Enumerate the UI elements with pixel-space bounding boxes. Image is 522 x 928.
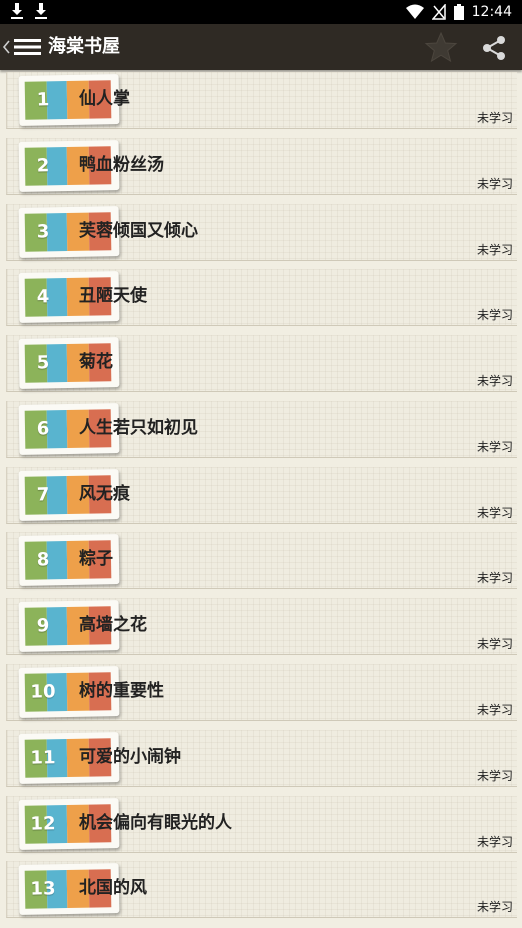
lesson-status: 未学习 [476,769,513,783]
app-bar: 海棠书屋 [0,24,522,70]
lesson-number: 3 [36,221,50,243]
lesson-number: 7 [36,484,50,506]
wifi-icon [405,4,424,19]
lesson-title: 仙人掌 [79,89,130,109]
lesson-title: 菊花 [79,352,113,372]
lesson-row[interactable]: 9 高墙之花未学习 [6,598,517,655]
lesson-title: 高墙之花 [79,615,147,635]
lesson-number: 6 [36,418,50,440]
lesson-row[interactable]: 12 机会偏向有眼光的人未学习 [6,796,517,853]
lesson-row[interactable]: 13 北国的风未学习 [6,861,517,918]
battery-icon [453,4,464,20]
lesson-title: 芙蓉倾国又倾心 [79,221,198,241]
lesson-number: 2 [36,155,50,177]
lesson-number: 5 [36,352,50,374]
lesson-status: 未学习 [476,243,513,257]
status-bar: 12:44 [0,0,522,24]
no-signal-icon [431,4,446,20]
lesson-row[interactable]: 8 粽子未学习 [6,532,517,589]
back-chevron-icon[interactable] [2,37,12,57]
lesson-number: 12 [30,813,56,835]
lesson-title: 鸭血粉丝汤 [79,155,164,175]
lesson-row[interactable]: 10 树的重要性未学习 [6,664,517,721]
lesson-status: 未学习 [476,900,513,914]
lesson-row[interactable]: 1 仙人掌未学习 [6,72,517,129]
lesson-row[interactable]: 2 鸭血粉丝汤未学习 [6,138,517,195]
lesson-status: 未学习 [476,506,513,520]
lesson-number: 11 [30,747,56,769]
lesson-number: 9 [36,615,50,637]
lesson-title: 机会偏向有眼光的人 [79,813,232,833]
lesson-status: 未学习 [476,374,513,388]
menu-icon[interactable] [14,37,42,57]
lesson-status: 未学习 [476,835,513,849]
lesson-number: 10 [30,681,56,703]
star-icon[interactable] [424,31,458,65]
lesson-number: 8 [36,549,50,571]
clock: 12:44 [471,4,512,20]
lesson-status: 未学习 [476,177,513,191]
lesson-number: 1 [36,89,50,111]
page-title: 海棠书屋 [48,36,120,57]
lesson-title: 北国的风 [79,878,147,898]
lesson-row[interactable]: 4 丑陋天使未学习 [6,269,517,326]
share-icon[interactable] [480,34,508,62]
lesson-number: 4 [36,286,50,308]
lesson-status: 未学习 [476,703,513,717]
lesson-title: 树的重要性 [79,681,164,701]
lesson-title: 丑陋天使 [79,286,147,306]
download-icon [35,3,47,19]
lesson-title: 风无痕 [79,484,130,504]
lesson-status: 未学习 [476,308,513,322]
lesson-number: 13 [30,878,56,900]
lesson-title: 可爱的小闹钟 [79,747,181,767]
lesson-title: 粽子 [79,549,113,569]
lesson-row[interactable]: 5 菊花未学习 [6,335,517,392]
lesson-row[interactable]: 6 人生若只如初见未学习 [6,401,517,458]
lesson-row[interactable]: 3 芙蓉倾国又倾心未学习 [6,204,517,261]
lesson-status: 未学习 [476,111,513,125]
download-icon [11,3,23,19]
lesson-status: 未学习 [476,637,513,651]
lesson-title: 人生若只如初见 [79,418,198,438]
lesson-status: 未学习 [476,440,513,454]
lesson-row[interactable]: 7 风无痕未学习 [6,467,517,524]
lesson-row[interactable]: 11 可爱的小闹钟未学习 [6,730,517,787]
lesson-status: 未学习 [476,571,513,585]
